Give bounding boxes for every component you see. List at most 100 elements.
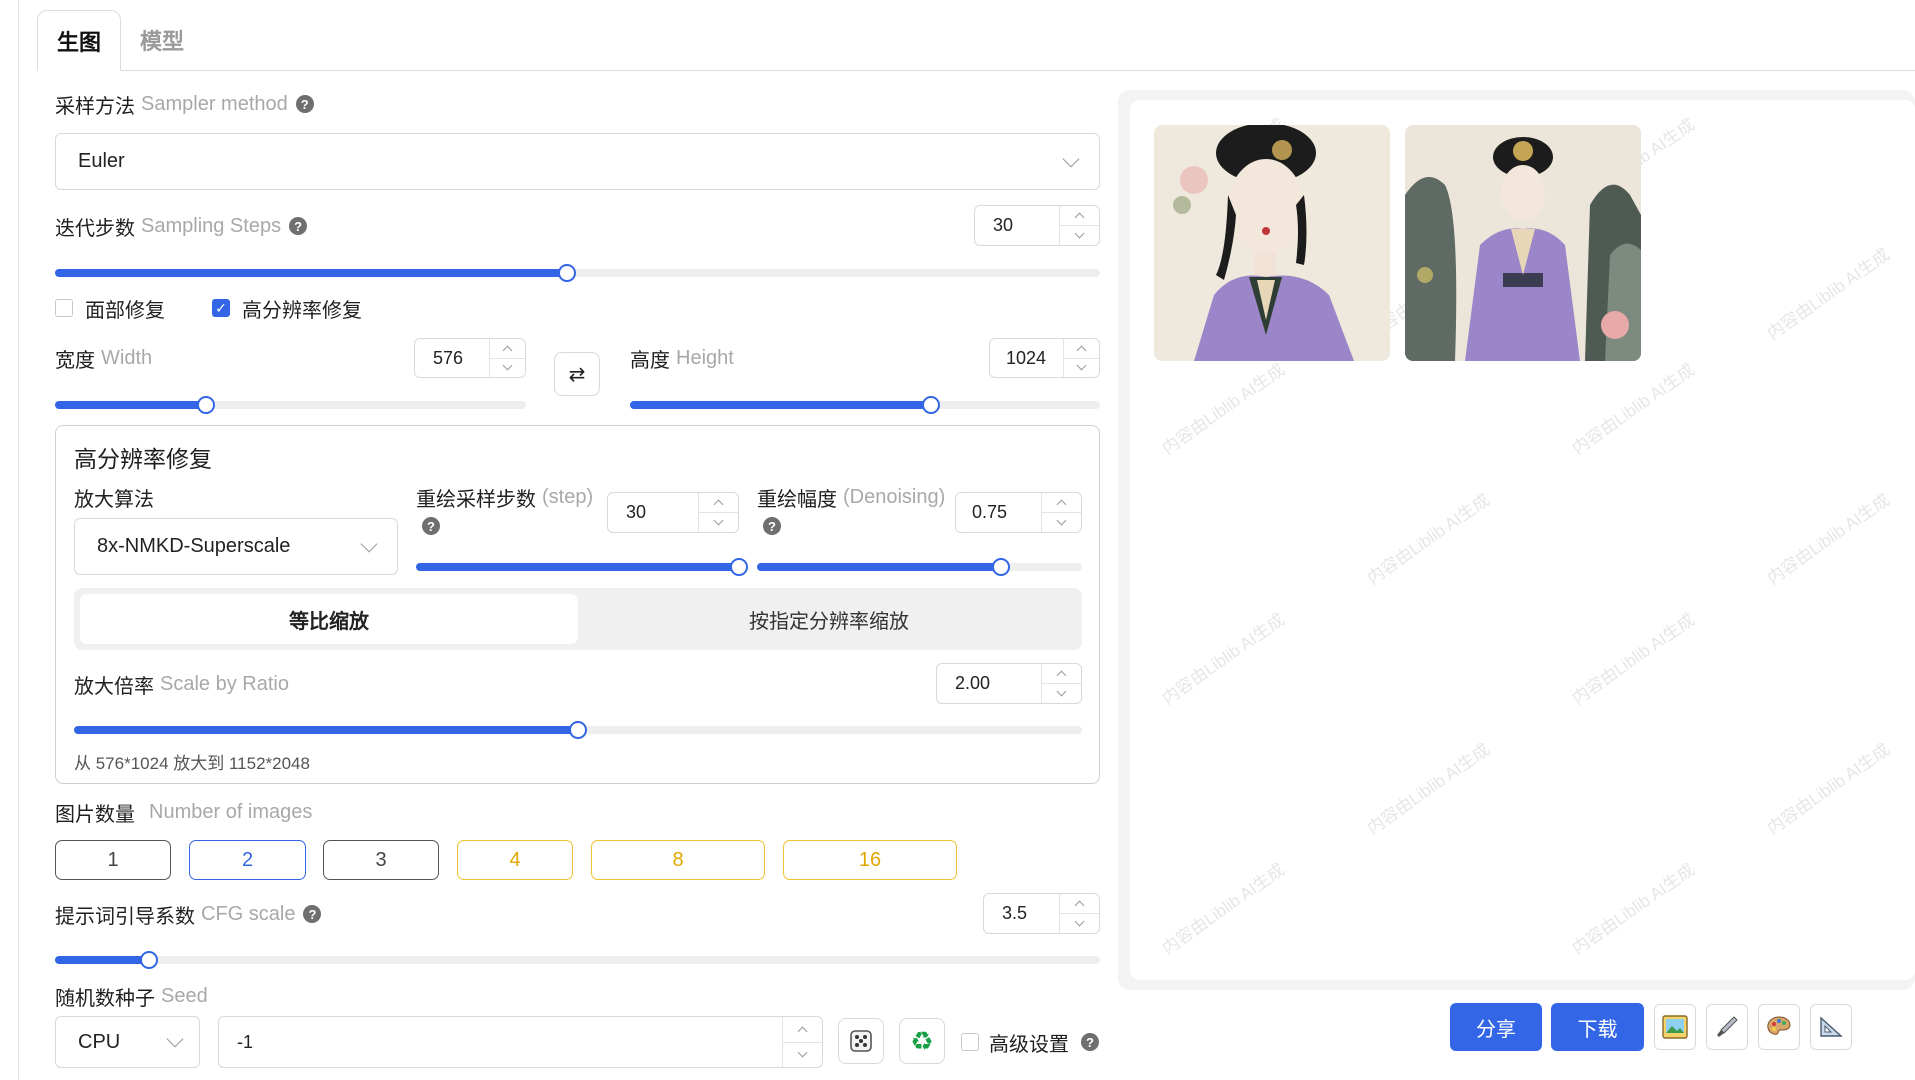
- tab-model[interactable]: 模型: [130, 10, 194, 70]
- decrement-arrow-icon[interactable]: [1042, 512, 1081, 532]
- download-button[interactable]: 下载: [1551, 1003, 1644, 1051]
- sampler-value: Euler: [78, 150, 125, 172]
- upscaler-select[interactable]: 8x-NMKD-Superscale: [74, 518, 398, 575]
- checkmark-icon[interactable]: ✓: [212, 299, 230, 317]
- denoising-input[interactable]: 0.75: [955, 492, 1082, 533]
- slider-handle[interactable]: [992, 558, 1010, 576]
- scale-ratio-slider[interactable]: [74, 721, 1082, 739]
- help-icon[interactable]: ?: [303, 905, 322, 923]
- slider-track[interactable]: [55, 956, 1100, 964]
- sampler-label-cn: 采样方法: [55, 95, 135, 118]
- increment-arrow-icon[interactable]: [699, 493, 738, 512]
- image-count-option-16[interactable]: 16: [783, 840, 957, 880]
- seed-label-en: Seed: [161, 984, 208, 1007]
- scale-mode-ratio[interactable]: 等比缩放: [80, 594, 578, 644]
- increment-arrow-icon[interactable]: [1042, 664, 1081, 683]
- steps-input[interactable]: 30: [974, 205, 1100, 246]
- generated-image-2[interactable]: [1405, 125, 1641, 361]
- sampler-label: 采样方法 Sampler method ?: [55, 89, 314, 119]
- decrement-arrow-icon[interactable]: [699, 512, 738, 532]
- decrement-arrow-icon[interactable]: [1042, 683, 1081, 703]
- increment-arrow-icon[interactable]: [1060, 894, 1099, 913]
- slider-handle[interactable]: [558, 264, 576, 282]
- hires-fix-checkbox[interactable]: ✓ 高分辨率修复: [212, 296, 362, 322]
- resample-steps-input[interactable]: 30: [607, 492, 739, 533]
- increment-arrow-icon[interactable]: [1060, 206, 1099, 225]
- tabbar-line: [120, 70, 1915, 71]
- width-input[interactable]: 576: [414, 338, 526, 378]
- decrement-arrow-icon[interactable]: [1064, 357, 1099, 378]
- scale-mode-resolution[interactable]: 按指定分辨率缩放: [582, 594, 1076, 644]
- denoising-label: 重绘幅度 (Denoising): [757, 482, 945, 512]
- checkbox-unchecked-icon[interactable]: [961, 1033, 979, 1051]
- slider-handle[interactable]: [140, 951, 158, 969]
- tab-generate[interactable]: 生图: [37, 10, 121, 71]
- dice-icon: [850, 1030, 872, 1052]
- slider-handle[interactable]: [730, 558, 748, 576]
- steps-slider[interactable]: [55, 264, 1100, 282]
- decrement-arrow-icon[interactable]: [783, 1041, 822, 1068]
- cfg-slider[interactable]: [55, 951, 1100, 969]
- reuse-seed-button[interactable]: ♻: [899, 1018, 945, 1064]
- increment-arrow-icon[interactable]: [490, 339, 525, 358]
- image-count-option-1[interactable]: 1: [55, 840, 171, 880]
- scale-ratio-input[interactable]: 2.00: [936, 663, 1082, 704]
- face-restore-checkbox[interactable]: 面部修复: [55, 296, 165, 322]
- denoising-slider[interactable]: [757, 558, 1082, 576]
- generated-image-1[interactable]: [1154, 125, 1390, 361]
- resample-steps-value: 30: [626, 502, 647, 522]
- upscaler-label: 放大算法: [74, 488, 154, 511]
- width-label: 宽度 Width: [55, 343, 152, 373]
- brush-tool-button[interactable]: [1706, 1004, 1748, 1050]
- help-icon[interactable]: ?: [1081, 1033, 1099, 1051]
- share-button[interactable]: 分享: [1450, 1003, 1542, 1051]
- portrait-image: [1405, 125, 1641, 361]
- image-count-option-2[interactable]: 2: [189, 840, 306, 880]
- chevron-down-icon: [166, 1030, 184, 1048]
- image-count-option-3[interactable]: 3: [323, 840, 439, 880]
- help-icon[interactable]: ?: [763, 517, 781, 535]
- decrement-arrow-icon[interactable]: [490, 357, 525, 378]
- resample-steps-slider[interactable]: [416, 558, 748, 576]
- denoise-label-cn: 重绘幅度: [757, 488, 837, 511]
- height-slider[interactable]: [630, 396, 1100, 414]
- palette-tool-button[interactable]: [1758, 1004, 1800, 1050]
- cfg-value: 3.5: [1002, 903, 1028, 923]
- send-to-img2img-button[interactable]: [1654, 1004, 1696, 1050]
- slider-handle[interactable]: [922, 396, 940, 414]
- increment-arrow-icon[interactable]: [1042, 493, 1081, 512]
- decrement-arrow-icon[interactable]: [1060, 913, 1099, 933]
- checkbox-unchecked-icon[interactable]: [55, 299, 73, 317]
- image-count-label-cn: 图片数量: [55, 803, 135, 826]
- slider-fill: [55, 269, 567, 277]
- palette-icon: [1767, 1016, 1791, 1035]
- increment-arrow-icon[interactable]: [783, 1017, 822, 1042]
- swap-dimensions-button[interactable]: ⇄: [554, 352, 600, 396]
- random-seed-button[interactable]: [838, 1018, 884, 1064]
- slider-handle[interactable]: [197, 396, 215, 414]
- slider-handle[interactable]: [569, 721, 587, 739]
- decrement-arrow-icon[interactable]: [1060, 225, 1099, 245]
- width-slider[interactable]: [55, 396, 526, 414]
- seed-input[interactable]: -1: [218, 1016, 823, 1068]
- seed-device-select[interactable]: CPU: [55, 1016, 200, 1068]
- help-icon[interactable]: ?: [289, 217, 308, 235]
- steps-label-cn: 迭代步数: [55, 217, 135, 240]
- help-icon[interactable]: ?: [422, 517, 440, 535]
- help-icon[interactable]: ?: [295, 95, 314, 113]
- brush-icon: [1717, 1016, 1738, 1037]
- height-input[interactable]: 1024: [989, 338, 1100, 378]
- sampler-select[interactable]: Euler: [55, 133, 1100, 190]
- width-label-en: Width: [101, 346, 153, 369]
- height-value: 1024: [1006, 347, 1047, 368]
- image-count-option-8[interactable]: 8: [591, 840, 765, 880]
- advanced-settings-checkbox[interactable]: 高级设置 ?: [961, 1030, 1099, 1056]
- denoise-label-en: (Denoising): [843, 485, 946, 508]
- cfg-input[interactable]: 3.5: [983, 893, 1100, 934]
- image-count-option-4[interactable]: 4: [457, 840, 573, 880]
- sampler-label-en: Sampler method: [141, 92, 288, 115]
- increment-arrow-icon[interactable]: [1064, 339, 1099, 358]
- advanced-settings-label: 高级设置: [989, 1033, 1069, 1056]
- scale-ratio-value: 2.00: [955, 673, 991, 693]
- ruler-tool-button[interactable]: [1810, 1004, 1852, 1050]
